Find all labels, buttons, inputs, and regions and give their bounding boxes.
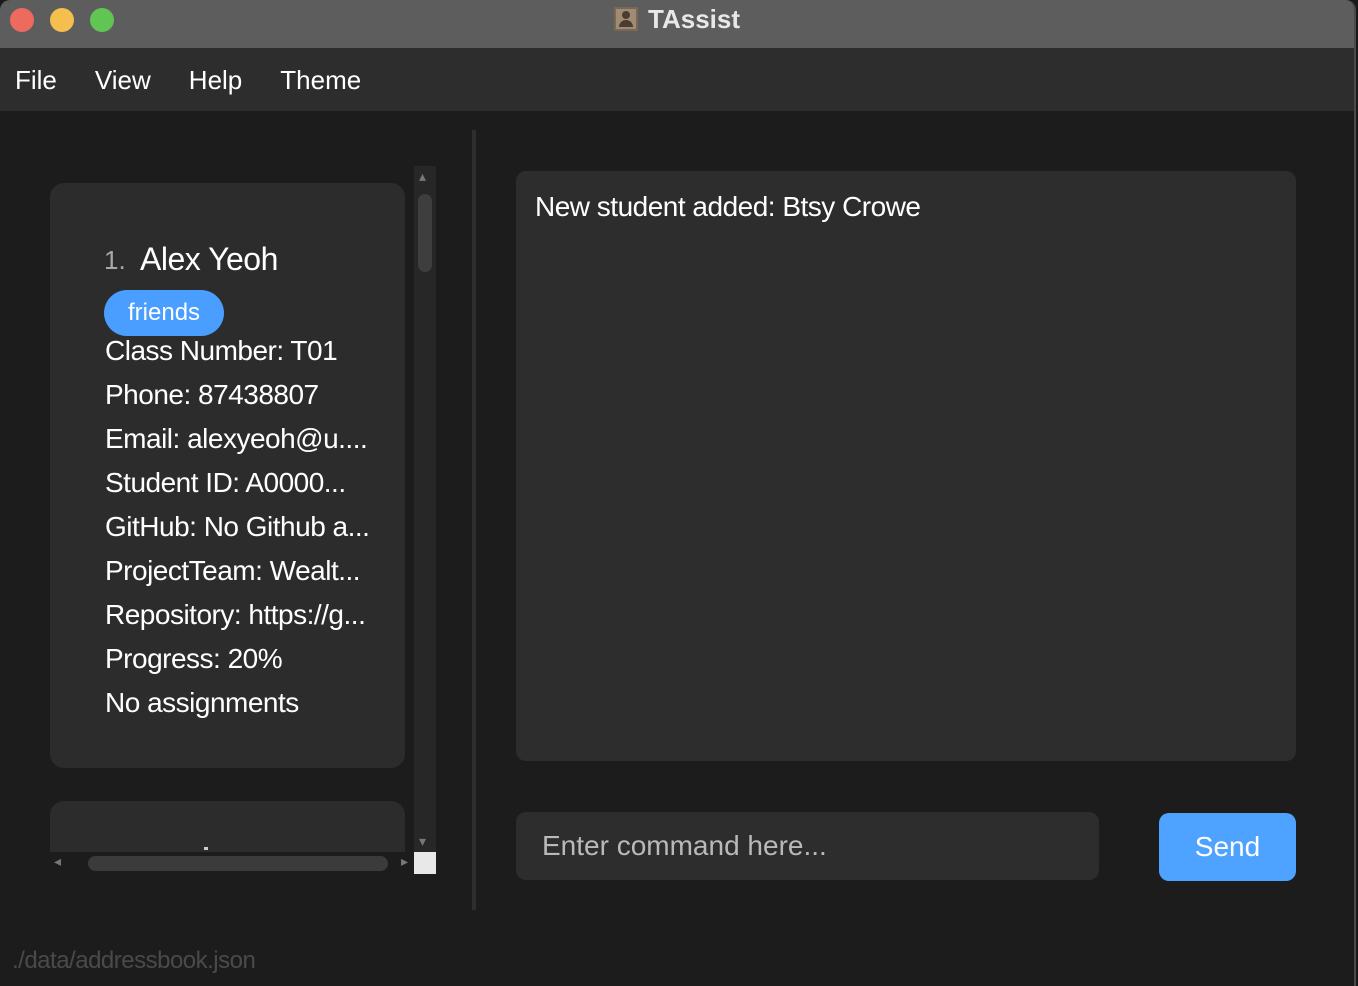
title-bar: TAssist [0,0,1354,49]
app-window: TAssist File View Help Theme 1. Alex Yeo… [0,0,1356,986]
horizontal-scroll-thumb[interactable] [88,856,388,871]
scroll-left-icon[interactable]: ◂ [54,853,61,870]
tag-badge: friends [104,290,225,336]
result-display: New student added: Btsy Crowe [516,171,1296,761]
menu-view[interactable]: View [76,65,170,96]
progress-field: Progress: 20% [105,643,283,674]
status-bar-file-path: ./data/addressbook.json [12,947,256,974]
vertical-scrollbar[interactable]: ▴ ▾ [414,166,436,852]
title-group: TAssist [0,4,1354,34]
scroll-up-icon[interactable]: ▴ [419,168,426,185]
repository-field: Repository: https://g... [105,599,366,630]
vertical-scroll-thumb[interactable] [418,194,432,272]
scroll-down-icon[interactable]: ▾ [419,833,426,850]
send-button[interactable]: Send [1159,813,1296,881]
address-book-icon [614,7,638,31]
split-pane-divider[interactable] [472,130,476,910]
scroll-right-icon[interactable]: ▸ [401,853,408,870]
person-name: Alex Yeoh [140,241,278,277]
result-message: New student added: Btsy Crowe [535,191,921,222]
menu-theme[interactable]: Theme [261,65,380,96]
github-field: GitHub: No Github a... [105,511,370,542]
partial-text [204,847,208,850]
person-card[interactable]: 1. Alex Yeoh friends Class Number: T01 P… [50,183,405,768]
email-field: Email: alexyeoh@u.... [105,423,368,454]
class-number-field: Class Number: T01 [105,335,338,366]
menu-bar: File View Help Theme [0,49,1354,111]
window-title: TAssist [648,3,740,34]
menu-file[interactable]: File [0,65,76,96]
student-id-field: Student ID: A0000... [105,467,346,498]
scroll-corner [414,852,436,874]
menu-help[interactable]: Help [170,65,261,96]
phone-field: Phone: 87438807 [105,379,319,410]
assignments-field: No assignments [105,687,299,718]
horizontal-scrollbar[interactable]: ◂ ▸ [50,852,412,874]
project-team-field: ProjectTeam: Wealt... [105,555,361,586]
person-index: 1. [104,245,126,275]
command-input[interactable] [516,812,1099,880]
person-list[interactable]: 1. Alex Yeoh friends Class Number: T01 P… [50,168,415,873]
